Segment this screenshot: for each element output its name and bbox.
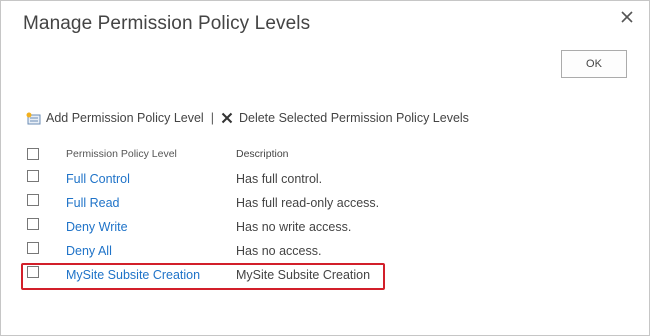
row-checkbox[interactable] — [27, 242, 39, 254]
header-permission-level: Permission Policy Level — [66, 148, 177, 160]
add-permission-level-action[interactable]: Add Permission Policy Level — [26, 111, 204, 125]
row-checkbox[interactable] — [27, 194, 39, 206]
add-permission-level-label: Add Permission Policy Level — [46, 111, 204, 125]
permission-level-description: Has full control. — [236, 172, 323, 186]
dialog: Manage Permission Policy Levels OK Add P… — [0, 0, 650, 336]
highlight-box — [21, 263, 385, 290]
table-row: Full Read Has full read-only access. — [27, 194, 447, 218]
table-header: Permission Policy Level Description — [27, 146, 447, 166]
permission-level-link[interactable]: Deny Write — [66, 220, 128, 234]
ok-button[interactable]: OK — [561, 50, 627, 78]
permission-level-link[interactable]: Full Read — [66, 196, 120, 210]
delete-x-icon — [221, 112, 233, 124]
header-description: Description — [236, 148, 289, 160]
delete-selected-action[interactable]: Delete Selected Permission Policy Levels — [221, 111, 469, 125]
permission-level-link[interactable]: Deny All — [66, 244, 112, 258]
permission-level-link[interactable]: Full Control — [66, 172, 130, 186]
close-icon[interactable] — [619, 9, 635, 25]
add-list-icon — [26, 112, 41, 124]
select-all-checkbox[interactable] — [27, 148, 39, 160]
row-checkbox[interactable] — [27, 170, 39, 182]
permission-level-description: Has full read-only access. — [236, 196, 380, 210]
toolbar: Add Permission Policy Level | Delete Sel… — [26, 109, 469, 127]
row-checkbox[interactable] — [27, 218, 39, 230]
table-row: Full Control Has full control. — [27, 170, 447, 194]
permission-level-description: Has no write access. — [236, 220, 352, 234]
dialog-title: Manage Permission Policy Levels — [23, 13, 311, 34]
permission-level-description: Has no access. — [236, 244, 322, 258]
delete-selected-label: Delete Selected Permission Policy Levels — [238, 111, 469, 125]
table-row: Deny Write Has no write access. — [27, 218, 447, 242]
toolbar-separator: | — [210, 111, 214, 125]
